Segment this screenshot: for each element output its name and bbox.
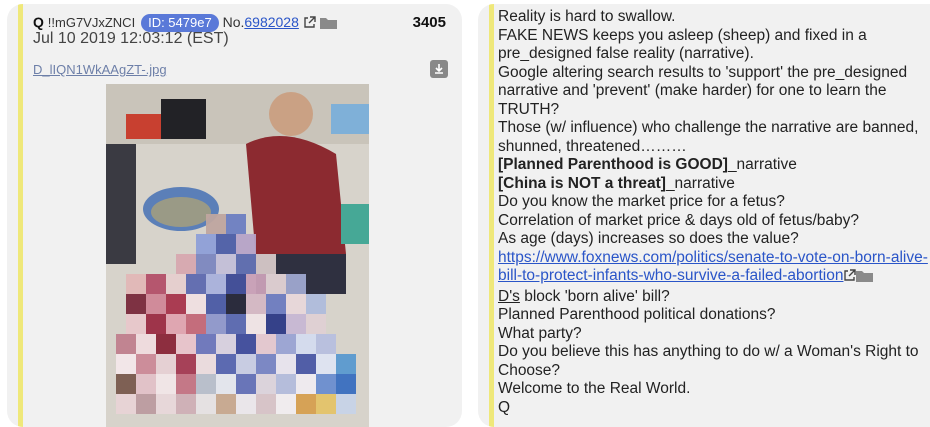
post-date: Jul 10 2019 12:03:12 (EST) [33, 30, 229, 47]
folder-icon[interactable] [856, 269, 874, 288]
message-line: Reality is hard to swallow. [498, 8, 676, 25]
message-line: [China is NOT a threat]_narrative [498, 175, 928, 194]
message-text: block 'born alive' bill? [519, 287, 670, 305]
external-link-icon[interactable] [303, 16, 316, 32]
message-line: D's block 'born alive' bill? [498, 288, 928, 307]
message-line: Q [498, 398, 511, 416]
post-message: Reality is hard to swallow. FAKE NEWS ke… [498, 8, 928, 417]
post-tripcode: !!mG7VJxZNCI [47, 15, 136, 30]
post-number-label: No. [222, 14, 245, 30]
attachment-filename-link[interactable]: D_lIQN1WkAAgZT-.jpg [33, 62, 167, 77]
bold-text: [China is NOT a threat] [498, 174, 666, 192]
message-line: Google altering search results to 'suppo… [498, 63, 912, 118]
download-icon[interactable] [430, 60, 448, 78]
message-line: As age (days) increases so does the valu… [498, 230, 799, 247]
message-line: Planned Parenthood political donations? [498, 306, 776, 323]
bold-text: [Planned Parenthood is GOOD] [498, 156, 728, 173]
post-count: 3405 [412, 14, 446, 31]
message-line: Correlation of market price & days old o… [498, 211, 859, 229]
message-line: Welcome to the Real World. [498, 380, 691, 397]
message-line: https://www.foxnews.com/politics/senate-… [498, 249, 928, 288]
external-link-icon[interactable] [843, 269, 857, 288]
underlined-text: D's [498, 287, 520, 305]
message-line: FAKE NEWS keeps you asleep (sheep) and f… [498, 26, 872, 63]
folder-icon[interactable] [319, 16, 337, 32]
message-line: Those (w/ influence) who challenge the n… [498, 119, 923, 155]
post-author: Q [33, 14, 44, 30]
post-body-card: Reality is hard to swallow. FAKE NEWS ke… [478, 4, 930, 427]
message-line: What party? [498, 324, 582, 342]
message-line: [Planned Parenthood is GOOD]_narrative [498, 156, 928, 175]
message-line: Do you believe this has anything to do w… [498, 343, 923, 379]
attachment-image[interactable] [106, 84, 369, 427]
message-line: Do you know the market price for a fetus… [498, 193, 785, 210]
message-text: _narrative [665, 174, 735, 192]
message-text: _narrative [727, 156, 797, 173]
post-number-link[interactable]: 6982028 [244, 14, 299, 30]
post-header-card: Q !!mG7VJxZNCI ID: 5479e7 No.6982028 340… [7, 4, 462, 427]
